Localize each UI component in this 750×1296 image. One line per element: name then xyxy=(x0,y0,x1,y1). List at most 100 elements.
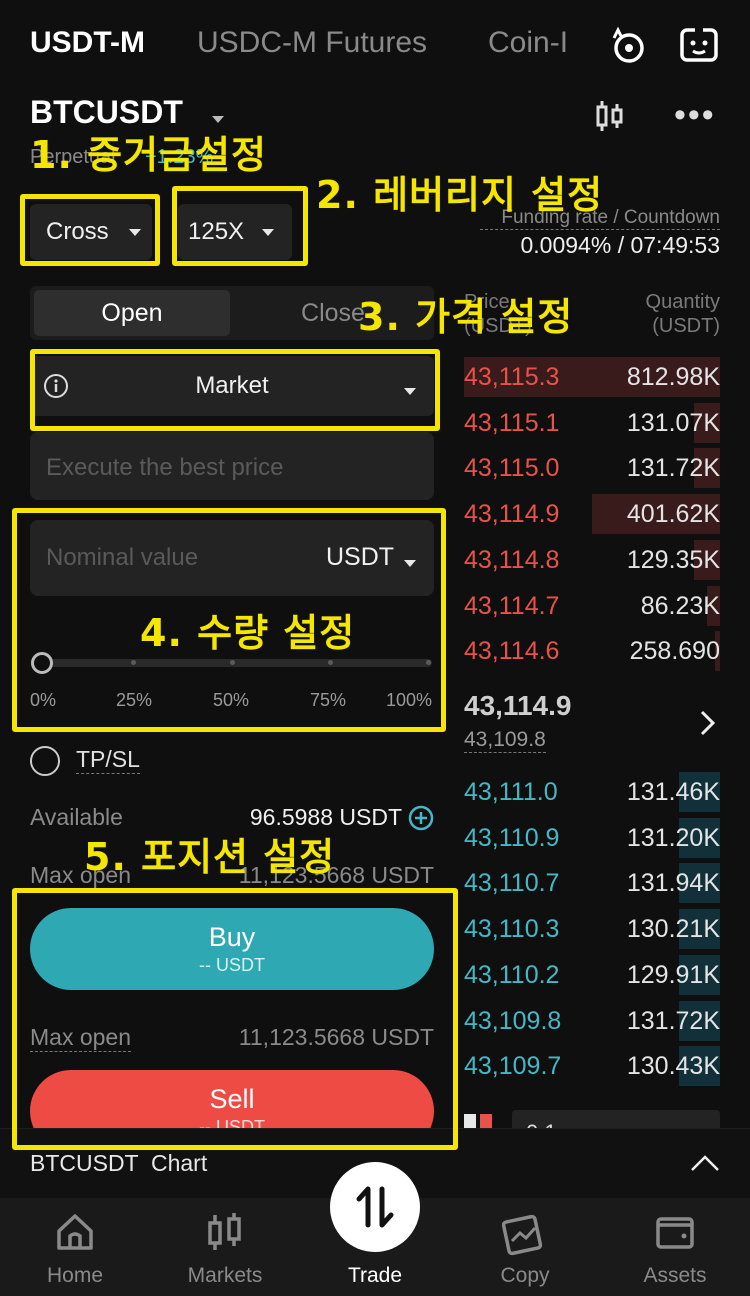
chevron-down-icon xyxy=(262,228,275,236)
candlestick-chart-icon[interactable] xyxy=(590,96,630,136)
max-open-sell-value: 11,123.5668 USDT xyxy=(238,1024,434,1050)
tpsl-label[interactable]: TP/SL xyxy=(76,746,140,774)
nav-markets-label: Markets xyxy=(187,1264,263,1287)
bid-price: 43,110.2 xyxy=(464,960,560,989)
refresh-icon[interactable] xyxy=(606,24,650,68)
bid-price: 43,109.7 xyxy=(464,1052,562,1081)
order-type-select[interactable]: Market xyxy=(30,356,434,416)
slider-mark-75[interactable]: 75% xyxy=(310,690,346,711)
amount-placeholder: Nominal value xyxy=(46,544,199,571)
ask-row[interactable]: 43,114.6 258.690 xyxy=(464,631,720,672)
ask-row[interactable]: 43,114.8 129.35K xyxy=(464,539,720,580)
bid-quantity: 130.21K xyxy=(626,915,720,944)
funding-rate-value: 0.0094% / 07:49:53 xyxy=(520,232,721,258)
order-type-value: Market xyxy=(195,372,269,399)
precision-select[interactable]: 0.1 xyxy=(512,1110,720,1128)
tab-open[interactable]: Open xyxy=(34,290,230,336)
bid-row[interactable]: 43,110.3 130.21K xyxy=(464,909,720,950)
tab-usdc-m-futures[interactable]: USDC-M Futures xyxy=(197,26,427,60)
annotation-margin: 1. 증거금설정 xyxy=(30,133,267,177)
bid-row[interactable]: 43,110.2 129.91K xyxy=(464,954,720,995)
bid-quantity: 131.20K xyxy=(626,823,720,852)
ask-price: 43,115.0 xyxy=(464,454,560,483)
ask-price: 43,115.3 xyxy=(464,363,560,391)
trade-arrows-icon xyxy=(330,1162,420,1252)
ask-price: 43,114.8 xyxy=(464,545,560,574)
ask-quantity: 129.35K xyxy=(626,545,720,574)
chevron-right-icon[interactable] xyxy=(696,708,720,738)
amount-unit-select[interactable]: USDT xyxy=(326,543,394,572)
bid-price: 43,110.9 xyxy=(464,823,560,852)
bid-quantity: 130.43K xyxy=(626,1052,720,1081)
tab-coin-m[interactable]: Coin-I xyxy=(488,26,568,60)
chevron-down-icon xyxy=(128,228,141,236)
ask-price: 43,114.6 xyxy=(464,637,560,666)
tab-usdt-m[interactable]: USDT-M xyxy=(30,26,145,60)
sell-sub-label: -- USDT xyxy=(199,1117,265,1128)
slider-tick xyxy=(328,660,333,665)
slider-mark-25[interactable]: 25% xyxy=(116,690,152,711)
buy-sub-label: -- USDT xyxy=(199,955,265,975)
ask-row[interactable]: 43,114.9 401.62K xyxy=(464,494,720,535)
amount-slider-track[interactable] xyxy=(40,659,432,667)
depth-mode-icon[interactable] xyxy=(464,1114,476,1128)
ask-row[interactable]: 43,115.3 812.98K xyxy=(464,357,720,397)
slider-mark-100[interactable]: 100% xyxy=(386,690,432,711)
depth-mode-icon-ask xyxy=(480,1114,492,1128)
info-icon[interactable] xyxy=(42,372,70,400)
last-price: 43,114.9 xyxy=(464,690,572,721)
annotation-position: 5. 포지션 설정 xyxy=(84,835,336,879)
leverage-value: 125X xyxy=(188,218,245,245)
price-input[interactable]: Execute the best price xyxy=(30,432,434,500)
bid-row[interactable]: 43,109.8 131.72K xyxy=(464,1000,720,1041)
assistant-icon[interactable] xyxy=(676,22,722,68)
nav-trade-label: Trade xyxy=(347,1264,403,1287)
max-open-sell-label[interactable]: Max open xyxy=(30,1024,132,1052)
chevron-down-icon xyxy=(404,554,416,572)
wallet-icon xyxy=(653,1210,697,1254)
buy-button[interactable]: Buy -- USDT xyxy=(30,908,434,990)
chevron-down-icon xyxy=(404,382,416,400)
ask-quantity: 812.98K xyxy=(626,363,720,391)
amount-slider-handle[interactable] xyxy=(31,652,53,674)
home-icon xyxy=(53,1210,97,1254)
copy-chart-icon xyxy=(501,1210,549,1258)
ask-quantity: 131.72K xyxy=(626,454,720,483)
tpsl-radio[interactable] xyxy=(30,746,60,776)
transfer-plus-icon[interactable] xyxy=(408,805,434,831)
bid-row[interactable]: 43,111.0 131.46K xyxy=(464,772,720,812)
bid-quantity: 131.72K xyxy=(626,1006,720,1035)
ask-price: 43,115.1 xyxy=(464,408,560,437)
more-options-icon[interactable]: ••• xyxy=(674,96,716,135)
margin-mode-select[interactable]: Cross xyxy=(30,204,152,260)
ask-quantity: 86.23K xyxy=(640,591,720,620)
bid-price: 43,109.8 xyxy=(464,1006,562,1035)
margin-mode-value: Cross xyxy=(46,218,109,245)
annotation-quantity: 4. 수량 설정 xyxy=(140,611,356,655)
leverage-select[interactable]: 125X xyxy=(178,204,292,260)
sell-label: Sell xyxy=(209,1084,255,1114)
ask-quantity: 258.690 xyxy=(629,637,720,666)
bid-row[interactable]: 43,109.7 130.43K xyxy=(464,1046,720,1087)
bid-price: 43,110.7 xyxy=(464,869,560,898)
bid-price: 43,110.3 xyxy=(464,915,560,944)
slider-tick xyxy=(131,660,136,665)
bid-price: 43,111.0 xyxy=(464,778,558,806)
bid-quantity: 131.94K xyxy=(626,869,720,898)
ask-row[interactable]: 43,115.1 131.07K xyxy=(464,402,720,443)
slider-tick xyxy=(426,660,431,665)
sell-button[interactable]: Sell -- USDT xyxy=(30,1070,434,1128)
slider-mark-0[interactable]: 0% xyxy=(30,690,56,711)
bid-quantity: 129.91K xyxy=(626,960,720,989)
ask-row[interactable]: 43,114.7 86.23K xyxy=(464,585,720,626)
amount-input[interactable]: Nominal value USDT xyxy=(30,520,434,596)
bid-row[interactable]: 43,110.7 131.94K xyxy=(464,863,720,904)
nav-assets-label: Assets xyxy=(643,1264,707,1287)
ask-price: 43,114.7 xyxy=(464,591,560,620)
bid-row[interactable]: 43,110.9 131.20K xyxy=(464,817,720,858)
slider-mark-50[interactable]: 50% xyxy=(213,690,249,711)
ask-row[interactable]: 43,115.0 131.72K xyxy=(464,448,720,489)
chevron-up-icon[interactable] xyxy=(688,1150,722,1176)
mark-price[interactable]: 43,109.8 xyxy=(464,728,546,753)
bid-quantity: 131.46K xyxy=(626,778,720,806)
